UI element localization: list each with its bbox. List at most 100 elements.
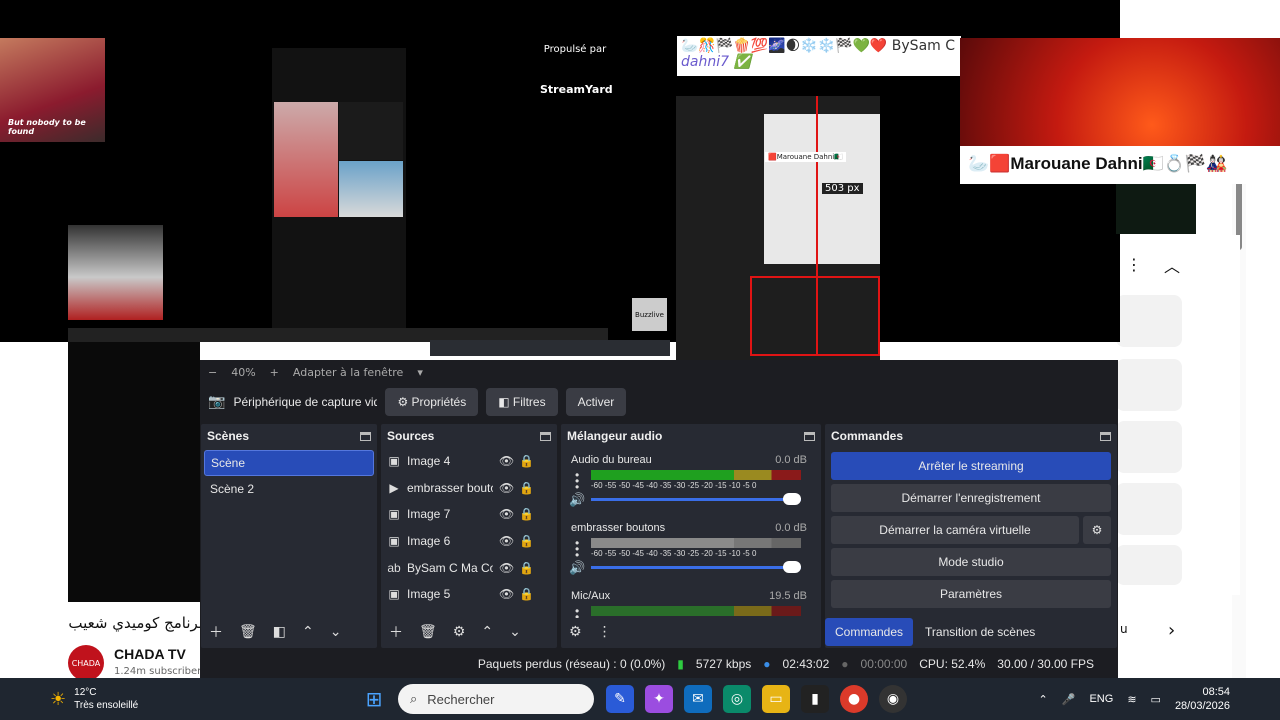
more-menu-icon[interactable]: ⋮	[598, 624, 612, 640]
sources-dock: Sources ▣ Image 4 👁 🔒 ▶ embrasser boutons 👁 🔒 ▣ I…	[381, 424, 557, 648]
chevron-up-icon[interactable]: ⌃	[1039, 693, 1048, 706]
taskbar-search-box[interactable]: ⌕ Rechercher	[398, 684, 594, 714]
eye-icon[interactable]: 👁	[499, 454, 514, 468]
file-explorer-icon[interactable]: ▭	[762, 685, 790, 713]
gear-icon[interactable]: ⚙	[453, 624, 466, 640]
windows-start-icon[interactable]: ⊞	[360, 685, 388, 713]
mixer-channel: embrasser boutons 0.0 dB • • • -60 -55 -50 -4…	[561, 516, 821, 584]
properties-button[interactable]: ⚙ Propriétés	[385, 388, 479, 416]
volume-knob[interactable]	[783, 561, 801, 573]
speaker-muted-icon[interactable]: 🔊	[569, 560, 585, 576]
text-icon: ab	[387, 560, 401, 575]
edge-icon[interactable]: ◎	[723, 685, 751, 713]
lock-icon[interactable]: 🔒	[519, 534, 534, 548]
volume-slider[interactable]	[591, 566, 801, 569]
speaker-icon[interactable]: 🔊	[569, 492, 585, 508]
channel-db: 0.0 dB	[775, 454, 807, 466]
settings-button[interactable]: Paramètres	[831, 580, 1111, 608]
battery-icon[interactable]: ▭	[1151, 693, 1161, 706]
camera-icon: 📷	[208, 394, 226, 410]
buzzlive-logo: Buzzlive	[632, 298, 667, 331]
chrome-icon[interactable]: ●	[840, 685, 868, 713]
gear-icon[interactable]: ⚙	[569, 624, 582, 640]
tab-commands[interactable]: Commandes	[825, 618, 914, 646]
lock-icon[interactable]: 🔒	[519, 481, 534, 495]
channel-name[interactable]: CHADA TV	[114, 646, 186, 662]
audio-app-icon[interactable]: ▮	[801, 685, 829, 713]
activate-button[interactable]: Activer	[565, 388, 627, 416]
trash-icon[interactable]: 🗑	[239, 624, 257, 640]
lock-icon[interactable]: 🔒	[519, 454, 534, 468]
studio-mode-button[interactable]: Mode studio	[831, 548, 1111, 576]
undock-icon[interactable]	[540, 431, 551, 441]
eye-icon[interactable]: 👁	[499, 561, 514, 575]
more-menu-icon[interactable]: •••	[575, 605, 579, 618]
chevron-up-icon[interactable]: ⌃	[481, 624, 493, 640]
volume-knob[interactable]	[783, 493, 801, 505]
eye-icon[interactable]: 👁	[499, 534, 514, 548]
zoom-value: 40%	[231, 365, 256, 379]
undock-icon[interactable]	[360, 431, 371, 441]
start-recording-button[interactable]: Démarrer l'enregistrement	[831, 484, 1111, 512]
related-videos-panel: ⋮ ︿	[1116, 235, 1240, 595]
more-menu-icon[interactable]: •••	[575, 537, 579, 561]
copilot-icon[interactable]: ✦	[645, 685, 673, 713]
obs-status-bar: Paquets perdus (réseau) : 0 (0.0%) ▮ 572…	[200, 650, 1118, 678]
trash-icon[interactable]: 🗑	[419, 624, 437, 640]
virtual-camera-button[interactable]: Démarrer la caméra virtuelle	[831, 516, 1079, 544]
more-menu-icon[interactable]: ⋮	[1126, 255, 1142, 274]
eye-icon[interactable]: 👁	[499, 587, 514, 601]
video-title[interactable]: برنامج كوميدي شعيب صبوري | الحلقة 25	[68, 614, 203, 632]
more-menu-icon[interactable]: •••	[575, 469, 579, 493]
virtual-camera-settings-icon[interactable]: ⚙	[1083, 516, 1111, 544]
undock-icon[interactable]	[1100, 431, 1111, 441]
zoom-in-button[interactable]: +	[270, 366, 279, 379]
source-label: Image 6	[407, 534, 451, 549]
source-item[interactable]: ▶ embrasser boutons 👁 🔒	[381, 475, 557, 502]
weather-widget[interactable]: ☀ 12°C Très ensoleillé	[0, 686, 360, 712]
sun-icon: ☀	[50, 688, 67, 710]
chevron-up-icon[interactable]: ⌃	[302, 624, 314, 640]
filter-icon[interactable]: ◧	[273, 624, 286, 640]
chevron-up-icon[interactable]: ︿	[1164, 253, 1180, 277]
clock[interactable]: 08:54 28/03/2026	[1175, 685, 1230, 713]
sources-title: Sources	[387, 429, 435, 443]
eye-icon[interactable]: 👁	[499, 507, 514, 521]
chevron-down-icon[interactable]: ⌄	[330, 624, 342, 640]
obs-icon[interactable]: ◉	[879, 685, 907, 713]
app-icon[interactable]: ✎	[606, 685, 634, 713]
zoom-out-button[interactable]: −	[208, 366, 217, 379]
lock-icon[interactable]: 🔒	[519, 587, 534, 601]
microphone-icon[interactable]: 🎤	[1062, 693, 1076, 706]
source-item[interactable]: ▣ Image 6 👁 🔒	[381, 528, 557, 555]
outlook-icon[interactable]: ✉	[684, 685, 712, 713]
channel-avatar[interactable]: CHADA	[68, 645, 104, 681]
lock-icon[interactable]: 🔒	[519, 507, 534, 521]
filters-button[interactable]: ◧ Filtres	[486, 388, 558, 416]
volume-meter	[591, 606, 801, 616]
chevron-down-icon[interactable]: ⌄	[509, 624, 521, 640]
scenes-title: Scènes	[207, 429, 250, 443]
stop-streaming-button[interactable]: Arrêter le streaming	[831, 452, 1111, 480]
volume-slider[interactable]	[591, 498, 801, 501]
source-item[interactable]: ▣ Image 5 👁 🔒	[381, 581, 557, 608]
chevron-right-icon[interactable]: ›	[1168, 620, 1175, 641]
language-indicator[interactable]: ENG	[1089, 693, 1113, 705]
zoom-toolbar: − 40% + Adapter à la fenêtre ▾	[200, 362, 423, 382]
undock-icon[interactable]	[804, 431, 815, 441]
zoom-dropdown-icon[interactable]: ▾	[417, 366, 423, 379]
youtube-video-player[interactable]	[68, 342, 200, 602]
signal-icon: ▮	[677, 657, 684, 671]
lock-icon[interactable]: 🔒	[519, 561, 534, 575]
source-item[interactable]: ab BySam C Ma Copine 👁 🔒	[381, 554, 557, 581]
add-icon[interactable]: ＋	[389, 622, 403, 642]
scene-item[interactable]: Scène	[204, 450, 374, 476]
tab-scene-transitions[interactable]: Transition de scènes	[915, 618, 1045, 646]
streamyard-watermark: Propulsé par StreamYard	[540, 44, 613, 96]
wifi-icon[interactable]: ≋	[1127, 693, 1136, 706]
source-item[interactable]: ▣ Image 7 👁 🔒	[381, 501, 557, 528]
scene-item[interactable]: Scène 2	[204, 476, 374, 502]
eye-icon[interactable]: 👁	[499, 481, 514, 495]
source-item[interactable]: ▣ Image 4 👁 🔒	[381, 448, 557, 475]
add-icon[interactable]: ＋	[209, 622, 223, 642]
